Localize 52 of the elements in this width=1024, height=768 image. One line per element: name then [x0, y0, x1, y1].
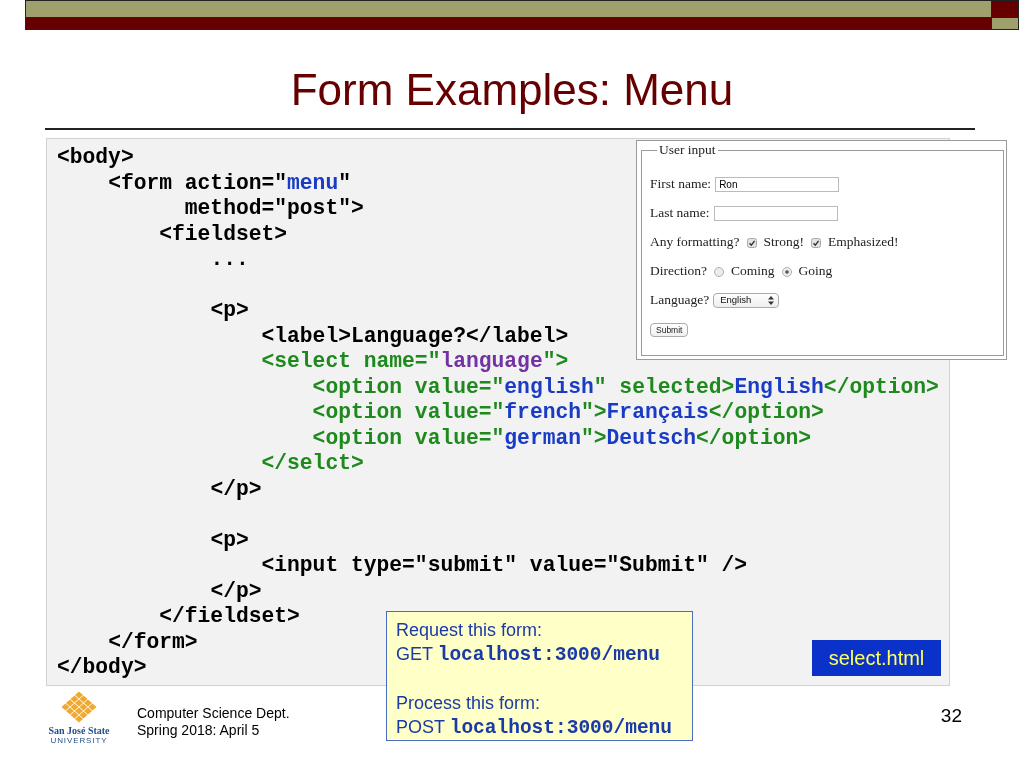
- code-line: </fieldset>: [159, 604, 300, 628]
- field-label: First name:: [650, 175, 712, 194]
- code-line: <fieldset>: [159, 221, 288, 246]
- text-field[interactable]: [713, 206, 838, 221]
- code-line: ...: [210, 247, 249, 271]
- request-line: GET localhost:3000/menu: [396, 643, 661, 667]
- slide-title: Form Examples: Menu: [290, 65, 734, 115]
- radio-button[interactable]: [781, 266, 792, 277]
- checkbox[interactable]: [811, 237, 822, 248]
- field-label: Direction?: [650, 262, 707, 281]
- code-line: <p>: [210, 298, 249, 322]
- code-line: <label>Language?</label>: [261, 323, 569, 348]
- request-line: POST localhost:3000/menu: [396, 716, 673, 740]
- dropdown-select[interactable]: English: [713, 293, 780, 308]
- callout-heading: Request this form:: [396, 619, 543, 642]
- field-label: Any formatting?: [650, 233, 740, 252]
- file-name-label: select.html: [812, 640, 941, 676]
- code-line: <form action="menu": [108, 170, 351, 195]
- code-line: </p>: [210, 578, 262, 603]
- corner-square: [992, 0, 1019, 18]
- checkbox[interactable]: [746, 237, 757, 248]
- option-label: Strong!: [763, 233, 805, 252]
- code-line: <option value="french">Français</option>: [312, 400, 824, 424]
- code-line: <input type="submit" value="Submit" />: [261, 553, 748, 577]
- option-label: Going: [798, 262, 833, 281]
- option-label: Emphasized!: [828, 233, 899, 252]
- code-line: <option value="english" selected>English</option>: [312, 374, 939, 399]
- submit-button[interactable]: Submit: [650, 322, 689, 337]
- logo-subtitle: UNIVERSITY: [50, 736, 108, 746]
- field-label: Language?: [650, 291, 710, 310]
- callout-heading: Process this form:: [396, 692, 541, 715]
- footer-text: Computer Science Dept.: [137, 705, 290, 722]
- code-line: <select name="language">: [261, 349, 569, 373]
- code-line: </selct>: [261, 451, 364, 475]
- code-line: method="post">: [184, 196, 364, 220]
- updown-arrows-icon: [768, 296, 775, 305]
- footer-text: Spring 2018: April 5: [137, 722, 260, 739]
- field-label: Last name:: [650, 204, 710, 223]
- fieldset-legend: User input: [657, 142, 718, 158]
- corner-tile: [992, 18, 1019, 30]
- radio-button[interactable]: [714, 266, 724, 277]
- code-line: <body>: [57, 145, 134, 169]
- option-label: Coming: [731, 262, 775, 281]
- page-number: 32: [940, 705, 962, 727]
- code-line: </p>: [210, 476, 262, 501]
- text-field[interactable]: Ron: [715, 177, 840, 192]
- logo-wordmark: San José State: [48, 725, 110, 736]
- code-line: </form>: [108, 629, 198, 654]
- code-line: <p>: [210, 527, 249, 552]
- code-line: <option value="german">Deutsch</option>: [312, 425, 812, 450]
- code-line: </body>: [57, 655, 147, 679]
- diamond-logo-icon: [61, 691, 97, 723]
